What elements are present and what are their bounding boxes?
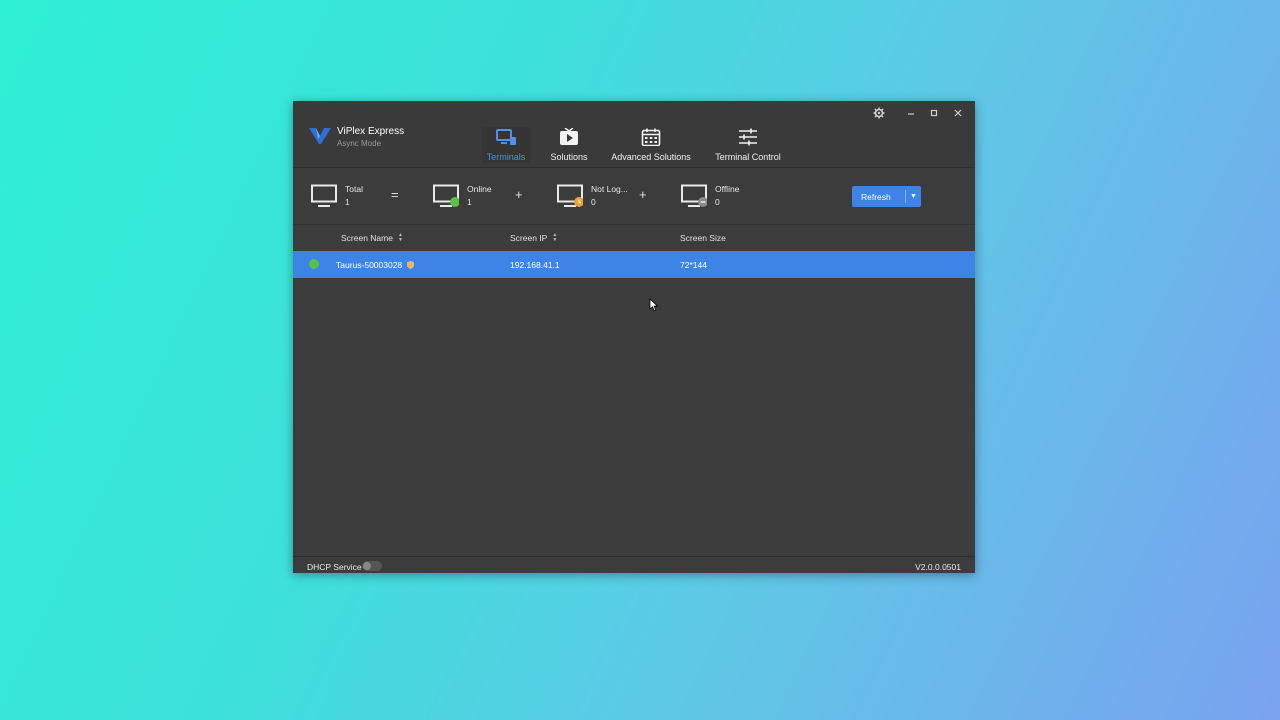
refresh-button[interactable]: Refresh ▼ bbox=[852, 186, 921, 207]
calendar-icon bbox=[640, 127, 662, 147]
column-screen-size-label: Screen Size bbox=[680, 233, 726, 243]
screen-ip-cell: 192.168.41.1 bbox=[510, 260, 560, 270]
chevron-down-icon[interactable]: ▼ bbox=[906, 193, 921, 200]
column-screen-name[interactable]: Screen Name ▲ ▼ bbox=[341, 233, 403, 244]
stat-offline-count: 0 bbox=[715, 197, 720, 207]
viplex-logo bbox=[309, 128, 331, 144]
monitor-clock-icon bbox=[557, 184, 583, 207]
settings-icon[interactable] bbox=[870, 105, 888, 121]
tab-terminals-label: Terminals bbox=[486, 152, 526, 162]
version-label: V2.0.0.0501 bbox=[915, 562, 961, 572]
online-status-icon bbox=[309, 259, 319, 269]
solutions-icon bbox=[558, 127, 580, 147]
sort-icon[interactable]: ▲ ▼ bbox=[398, 233, 403, 243]
refresh-button-label: Refresh bbox=[861, 191, 891, 202]
column-screen-size: Screen Size bbox=[680, 233, 726, 243]
title-bar: ViPlex Express Async Mode Terminals Solu… bbox=[293, 101, 975, 168]
plus-sign: + bbox=[515, 187, 523, 202]
stat-total-label: Total bbox=[345, 184, 363, 194]
monitor-online-icon bbox=[433, 184, 459, 207]
table-header: Screen Name ▲ ▼ Screen IP ▲ ▼ Screen Size bbox=[293, 225, 975, 249]
stat-online-label: Online bbox=[467, 184, 492, 194]
monitor-offline-icon bbox=[681, 184, 707, 207]
stat-online-count: 1 bbox=[467, 197, 472, 207]
close-icon[interactable] bbox=[949, 105, 967, 121]
column-screen-ip-label: Screen IP bbox=[510, 233, 548, 243]
tab-terminals[interactable]: Terminals bbox=[482, 127, 530, 163]
stat-total-count: 1 bbox=[345, 197, 350, 207]
equals-sign: = bbox=[391, 187, 399, 202]
footer-bar: DHCP Service V2.0.0.0501 bbox=[293, 556, 975, 574]
sort-icon[interactable]: ▲ ▼ bbox=[552, 233, 557, 243]
app-window: ViPlex Express Async Mode Terminals Solu… bbox=[293, 101, 975, 573]
monitor-icon bbox=[311, 184, 337, 207]
minimize-icon[interactable] bbox=[902, 105, 920, 121]
screen-name-text: Taurus-50003028 bbox=[336, 260, 403, 270]
mouse-cursor-icon bbox=[649, 298, 659, 312]
plus-sign: + bbox=[639, 187, 647, 202]
column-screen-ip[interactable]: Screen IP ▲ ▼ bbox=[510, 233, 557, 244]
app-mode: Async Mode bbox=[337, 139, 382, 148]
stat-not-logged-count: 0 bbox=[591, 197, 596, 207]
maximize-icon[interactable] bbox=[925, 105, 943, 121]
tab-terminal-control[interactable]: Terminal Control bbox=[713, 127, 783, 163]
stat-offline-label: Offline bbox=[715, 184, 740, 194]
tab-advanced-solutions-label: Advanced Solutions bbox=[611, 152, 691, 162]
toggle-knob bbox=[363, 562, 371, 570]
terminal-summary: Total 1 = Online 1 + Not Log... 0 + Offl… bbox=[293, 168, 975, 225]
column-screen-name-label: Screen Name bbox=[341, 233, 393, 243]
tab-solutions-label: Solutions bbox=[550, 152, 588, 162]
tab-advanced-solutions[interactable]: Advanced Solutions bbox=[611, 127, 691, 163]
sliders-icon bbox=[737, 127, 759, 147]
screen-size-cell: 72*144 bbox=[680, 260, 707, 270]
terminals-icon bbox=[495, 127, 517, 147]
table-row[interactable]: Taurus-50003028 192.168.41.1 72*144 bbox=[293, 251, 975, 278]
lock-shield-icon bbox=[406, 261, 414, 269]
dhcp-service-toggle[interactable] bbox=[362, 561, 382, 571]
tab-solutions[interactable]: Solutions bbox=[547, 127, 591, 163]
app-title: ViPlex Express bbox=[337, 126, 405, 137]
dhcp-service-label: DHCP Service bbox=[307, 562, 362, 572]
tab-terminal-control-label: Terminal Control bbox=[715, 152, 781, 162]
screen-name-cell: Taurus-50003028 bbox=[336, 260, 414, 270]
stat-not-logged-label: Not Log... bbox=[591, 184, 628, 194]
